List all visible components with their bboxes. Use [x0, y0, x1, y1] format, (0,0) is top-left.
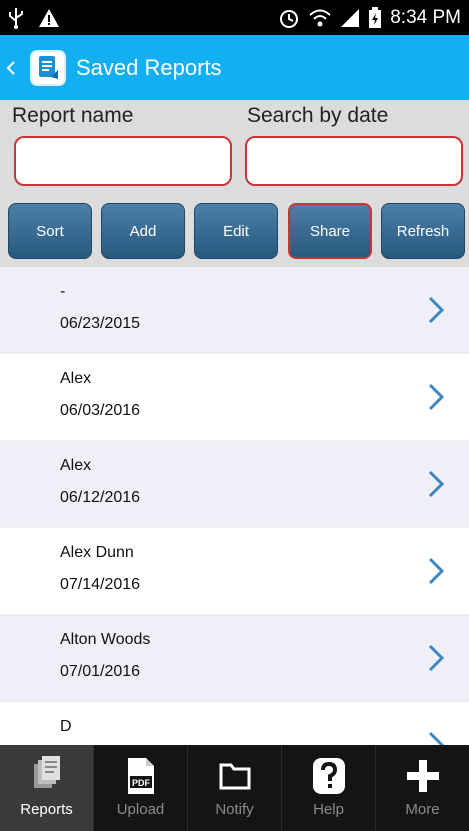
chevron-right-icon[interactable] [427, 556, 445, 586]
list-item[interactable]: D [0, 702, 469, 745]
chevron-right-icon[interactable] [427, 643, 445, 673]
folder-icon [218, 753, 252, 799]
report-name: Alex [60, 457, 92, 474]
nav-notify-label: Notify [215, 801, 254, 818]
signal-icon [340, 8, 360, 28]
battery-icon [368, 6, 382, 29]
report-name: Alton Woods [60, 631, 151, 648]
share-button[interactable]: Share [288, 203, 372, 259]
alarm-icon [278, 7, 300, 29]
report-date: 07/01/2016 [60, 663, 141, 680]
back-icon[interactable] [6, 60, 26, 76]
report-name: Alex [60, 370, 92, 387]
report-name-label: Report name [12, 104, 134, 127]
nav-more-label: More [405, 801, 440, 818]
chevron-right-icon[interactable] [427, 469, 445, 499]
nav-notify[interactable]: Notify [188, 745, 282, 831]
pdf-upload-icon: PDF [124, 753, 158, 799]
search-date-input[interactable] [245, 136, 463, 186]
status-left [8, 7, 60, 29]
report-date: 06/23/2015 [60, 315, 141, 332]
search-date-label: Search by date [247, 104, 389, 127]
status-bar: 8:34 PM [0, 0, 469, 35]
report-name: - [60, 283, 66, 300]
warning-icon [38, 8, 60, 28]
chevron-right-icon[interactable] [427, 730, 445, 745]
report-date: 07/14/2016 [60, 576, 141, 593]
app-logo-icon[interactable] [30, 49, 66, 86]
report-date: 06/12/2016 [60, 489, 141, 506]
add-button[interactable]: Add [101, 203, 185, 259]
nav-upload-label: Upload [116, 801, 165, 818]
nav-more[interactable]: More [376, 745, 469, 831]
app-header: Saved Reports [0, 35, 469, 100]
nav-reports[interactable]: Reports [0, 745, 94, 831]
nav-help-label: Help [313, 801, 344, 818]
status-right: 8:34 PM [278, 6, 461, 29]
nav-reports-label: Reports [20, 801, 73, 818]
sort-button[interactable]: Sort [8, 203, 92, 259]
usb-icon [8, 7, 24, 29]
bottom-nav: Reports PDF Upload Notify Help More [0, 745, 469, 831]
list-item[interactable]: Alton Woods 07/01/2016 [0, 615, 469, 702]
wifi-icon [308, 8, 332, 28]
chevron-right-icon[interactable] [427, 382, 445, 412]
nav-upload[interactable]: PDF Upload [94, 745, 188, 831]
list-item[interactable]: Alex Dunn 07/14/2016 [0, 528, 469, 615]
page-title: Saved Reports [76, 54, 222, 80]
report-date: 06/03/2016 [60, 402, 141, 419]
report-list: - 06/23/2015 Alex 06/03/2016 Alex 06/12/… [0, 267, 469, 745]
search-area: Report name Search by date Sort Add Edit… [0, 100, 469, 267]
nav-help[interactable]: Help [282, 745, 376, 831]
report-name: D [60, 718, 72, 735]
plus-icon [406, 753, 439, 799]
svg-text:PDF: PDF [132, 778, 151, 788]
status-time: 8:34 PM [390, 6, 461, 28]
help-icon [311, 753, 347, 799]
edit-button[interactable]: Edit [194, 203, 278, 259]
report-name: Alex Dunn [60, 544, 134, 561]
list-item[interactable]: Alex 06/03/2016 [0, 354, 469, 441]
chevron-right-icon[interactable] [427, 295, 445, 325]
report-name-input[interactable] [14, 136, 232, 186]
list-item[interactable]: - 06/23/2015 [0, 267, 469, 354]
reports-icon [30, 753, 64, 799]
list-item[interactable]: Alex 06/12/2016 [0, 441, 469, 528]
refresh-button[interactable]: Refresh [381, 203, 465, 259]
